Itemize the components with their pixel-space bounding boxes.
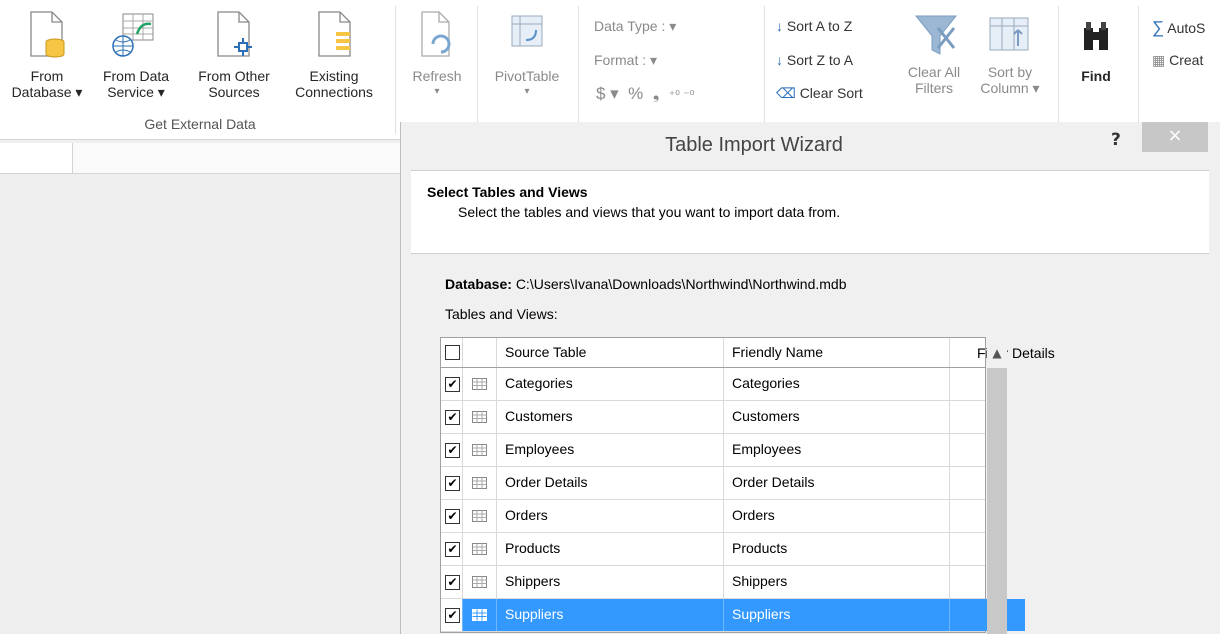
scroll-up-arrow-icon[interactable]: ▲ — [987, 338, 1007, 368]
binoculars-icon — [1084, 22, 1108, 50]
close-button[interactable]: × — [1142, 122, 1208, 152]
table-icon — [472, 477, 487, 489]
tables-grid: Source Table Friendly Name ✔ Categories Ca… — [440, 337, 1025, 633]
data-type-dropdown[interactable]: Data Type : ▾ — [594, 18, 676, 35]
table-icon — [472, 543, 487, 555]
table-row[interactable]: ✔ Suppliers Suppliers — [441, 599, 1025, 632]
kpi-icon: ▦ — [1152, 52, 1166, 68]
table-icon — [472, 378, 487, 390]
row-checkbox[interactable]: ✔ — [445, 476, 460, 491]
tables-and-views-label: Tables and Views: — [445, 306, 558, 322]
source-table-cell[interactable]: Orders — [497, 500, 724, 532]
table-row[interactable]: ✔ Shippers Shippers — [441, 566, 985, 599]
from-database-button[interactable]: From Database ▾ — [8, 0, 86, 100]
table-icon — [472, 609, 487, 621]
friendly-name-cell[interactable]: Categories — [724, 368, 950, 400]
vertical-scrollbar[interactable]: ▲ — [987, 338, 1007, 634]
table-row[interactable]: ✔ Order Details Order Details — [441, 467, 985, 500]
clear-sort-icon: ⌫ — [776, 85, 796, 101]
row-checkbox[interactable]: ✔ — [445, 410, 460, 425]
table-row[interactable]: ✔ Categories Categories — [441, 368, 985, 401]
sort-z-to-a-button[interactable]: ↓ Sort Z to A — [776, 52, 853, 68]
column-header-source-table[interactable]: Source Table — [497, 338, 724, 367]
refresh-icon — [421, 11, 451, 57]
row-checkbox[interactable]: ✔ — [445, 443, 460, 458]
group-label-get-external-data: Get External Data — [144, 116, 256, 132]
create-kpi-button[interactable]: ▦ Creat — [1152, 52, 1203, 69]
step-description: Select the tables and views that you wan… — [458, 204, 841, 220]
table-icon — [472, 411, 487, 423]
clear-filter-icon — [914, 15, 958, 55]
number-format-buttons[interactable]: $ ▾ % ❟ ⁺⁰ ⁻⁰ — [596, 84, 694, 104]
table-import-wizard-dialog: Table Import Wizard ? × Select Tables an… — [400, 122, 1220, 634]
connections-icon — [318, 11, 351, 57]
existing-connections-button[interactable]: Existing Connections — [284, 0, 384, 100]
row-checkbox[interactable]: ✔ — [445, 377, 460, 392]
format-dropdown[interactable]: Format : ▾ — [594, 52, 657, 69]
pivottable-button[interactable]: PivotTable ▾ — [482, 0, 572, 100]
table-row[interactable]: ✔ Customers Customers — [441, 401, 985, 434]
workspace-background — [0, 140, 400, 634]
help-button[interactable]: ? — [1111, 130, 1121, 150]
friendly-name-cell[interactable]: Employees — [724, 434, 950, 466]
friendly-name-cell[interactable]: Products — [724, 533, 950, 565]
find-button[interactable]: Find — [1064, 0, 1128, 84]
dialog-titlebar: Table Import Wizard ? × — [401, 122, 1220, 166]
database-path: Database: C:\Users\Ivana\Downloads\North… — [445, 276, 847, 292]
row-checkbox[interactable]: ✔ — [445, 509, 460, 524]
step-title: Select Tables and Views — [427, 184, 588, 200]
source-table-cell[interactable]: Order Details — [497, 467, 724, 499]
column-header-friendly-name[interactable]: Friendly Name — [724, 338, 950, 367]
sort-a-to-z-button[interactable]: ↓ Sort A to Z — [776, 18, 852, 34]
data-service-icon — [112, 13, 154, 57]
clear-all-filters-button[interactable]: Clear All Filters — [898, 0, 970, 96]
pivottable-icon — [511, 15, 543, 47]
select-all-checkbox[interactable] — [445, 345, 460, 360]
friendly-name-cell[interactable]: Shippers — [724, 566, 950, 598]
from-data-service-button[interactable]: From Data Service ▾ — [88, 0, 184, 100]
table-row[interactable]: ✔ Orders Orders — [441, 500, 985, 533]
dialog-title: Table Import Wizard — [665, 134, 843, 156]
refresh-button[interactable]: Refresh ▾ — [402, 0, 472, 100]
friendly-name-cell[interactable]: Order Details — [724, 467, 950, 499]
friendly-name-cell[interactable]: Suppliers — [724, 599, 950, 631]
row-checkbox[interactable]: ✔ — [445, 608, 460, 623]
wizard-header: Select Tables and Views Select the table… — [411, 170, 1209, 254]
sort-by-column-icon — [989, 17, 1029, 51]
row-checkbox[interactable]: ✔ — [445, 575, 460, 590]
source-table-cell[interactable]: Employees — [497, 434, 724, 466]
autosum-button[interactable]: ∑ AutoS — [1152, 18, 1205, 38]
source-table-cell[interactable]: Products — [497, 533, 724, 565]
sort-za-icon: ↓ — [776, 52, 783, 68]
source-table-cell[interactable]: Shippers — [497, 566, 724, 598]
friendly-name-cell[interactable]: Orders — [724, 500, 950, 532]
ribbon: From Database ▾ From Data Service ▾ From O… — [0, 0, 1220, 140]
source-table-cell[interactable]: Customers — [497, 401, 724, 433]
source-table-cell[interactable]: Categories — [497, 368, 724, 400]
table-row[interactable]: ✔ Products Products — [441, 533, 985, 566]
table-icon — [472, 576, 487, 588]
sigma-icon: ∑ — [1152, 18, 1165, 37]
table-icon — [472, 510, 487, 522]
from-other-sources-button[interactable]: From Other Sources — [186, 0, 282, 100]
other-sources-icon — [217, 11, 252, 57]
name-box[interactable] — [0, 143, 73, 174]
grid-header-row: Source Table Friendly Name — [441, 338, 985, 368]
sort-az-icon: ↓ — [776, 18, 783, 34]
row-checkbox[interactable]: ✔ — [445, 542, 460, 557]
source-table-cell[interactable]: Suppliers — [497, 599, 724, 631]
table-icon — [472, 444, 487, 456]
database-icon — [30, 11, 65, 58]
sort-by-column-button[interactable]: Sort by Column ▾ — [972, 0, 1048, 96]
formula-bar[interactable] — [73, 143, 400, 174]
table-row[interactable]: ✔ Employees Employees — [441, 434, 985, 467]
clear-sort-button[interactable]: ⌫ Clear Sort — [776, 85, 863, 102]
friendly-name-cell[interactable]: Customers — [724, 401, 950, 433]
